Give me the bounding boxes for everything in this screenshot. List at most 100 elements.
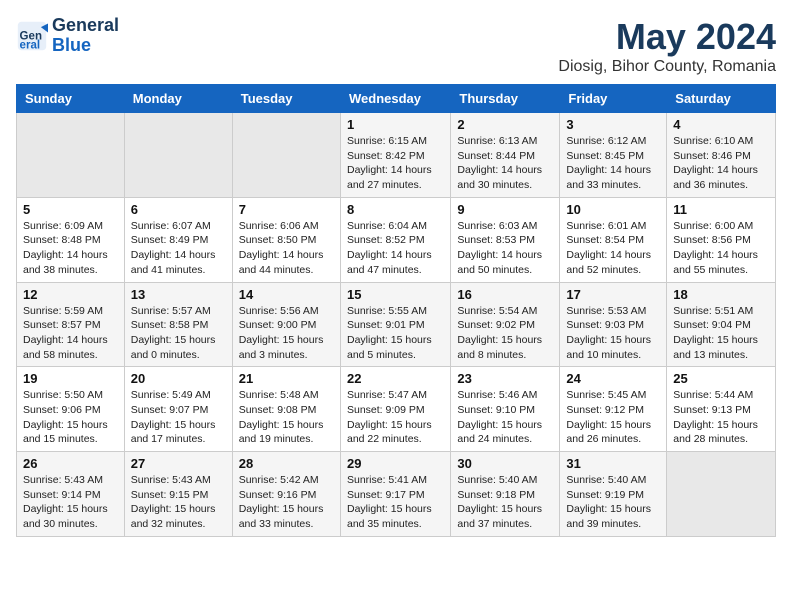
cell-week5-day0: 26Sunrise: 5:43 AM Sunset: 9:14 PM Dayli… bbox=[17, 452, 125, 537]
cell-week2-day0: 5 Sunrise: 6:09 AM Sunset: 8:48 PM Daylig… bbox=[17, 197, 125, 282]
day-info: Sunrise: 5:40 AM Sunset: 9:19 PM Dayligh… bbox=[566, 473, 660, 532]
day-info: Sunrise: 6:09 AM Sunset: 8:48 PM Dayligh… bbox=[23, 219, 118, 278]
cell-week3-day4: 16Sunrise: 5:54 AM Sunset: 9:02 PM Dayli… bbox=[451, 282, 560, 367]
cell-week2-day5: 10 Sunrise: 6:01 AM Sunset: 8:54 PM Dayli… bbox=[560, 197, 667, 282]
cell-week3-day5: 17 Sunrise: 5:53 AM Sunset: 9:03 PM Dayli… bbox=[560, 282, 667, 367]
week-row-2: 5 Sunrise: 6:09 AM Sunset: 8:48 PM Daylig… bbox=[17, 197, 776, 282]
logo-icon: Gen eral bbox=[16, 20, 48, 52]
day-number: 17 bbox=[566, 287, 660, 302]
cell-week4-day4: 23 Sunrise: 5:46 AM Sunset: 9:10 PM Dayli… bbox=[451, 367, 560, 452]
day-number: 31 bbox=[566, 456, 660, 471]
day-info: Sunrise: 6:03 AM Sunset: 8:53 PM Dayligh… bbox=[457, 219, 553, 278]
header-tuesday: Tuesday bbox=[232, 85, 340, 113]
cell-week3-day3: 15 Sunrise: 5:55 AM Sunset: 9:01 PM Dayli… bbox=[340, 282, 450, 367]
day-number: 24 bbox=[566, 371, 660, 386]
day-number: 20 bbox=[131, 371, 226, 386]
day-number: 9 bbox=[457, 202, 553, 217]
header-sunday: Sunday bbox=[17, 85, 125, 113]
day-number: 13 bbox=[131, 287, 226, 302]
cell-week4-day6: 25Sunrise: 5:44 AM Sunset: 9:13 PM Dayli… bbox=[667, 367, 776, 452]
day-info: Sunrise: 5:43 AM Sunset: 9:15 PM Dayligh… bbox=[131, 473, 226, 532]
day-info: Sunrise: 5:42 AM Sunset: 9:16 PM Dayligh… bbox=[239, 473, 334, 532]
day-number: 21 bbox=[239, 371, 334, 386]
days-header-row: Sunday Monday Tuesday Wednesday Thursday… bbox=[17, 85, 776, 113]
cell-week5-day2: 28 Sunrise: 5:42 AM Sunset: 9:16 PM Dayli… bbox=[232, 452, 340, 537]
week-row-3: 12Sunrise: 5:59 AM Sunset: 8:57 PM Dayli… bbox=[17, 282, 776, 367]
cell-week4-day3: 22Sunrise: 5:47 AM Sunset: 9:09 PM Dayli… bbox=[340, 367, 450, 452]
svg-text:eral: eral bbox=[20, 39, 41, 51]
cell-week3-day1: 13Sunrise: 5:57 AM Sunset: 8:58 PM Dayli… bbox=[124, 282, 232, 367]
day-info: Sunrise: 6:00 AM Sunset: 8:56 PM Dayligh… bbox=[673, 219, 769, 278]
header-wednesday: Wednesday bbox=[340, 85, 450, 113]
week-row-4: 19Sunrise: 5:50 AM Sunset: 9:06 PM Dayli… bbox=[17, 367, 776, 452]
day-number: 28 bbox=[239, 456, 334, 471]
day-info: Sunrise: 5:55 AM Sunset: 9:01 PM Dayligh… bbox=[347, 304, 444, 363]
day-number: 8 bbox=[347, 202, 444, 217]
day-number: 19 bbox=[23, 371, 118, 386]
cell-week3-day2: 14 Sunrise: 5:56 AM Sunset: 9:00 PM Dayli… bbox=[232, 282, 340, 367]
cell-week2-day3: 8Sunrise: 6:04 AM Sunset: 8:52 PM Daylig… bbox=[340, 197, 450, 282]
header: Gen eral General Blue May 2024 Diosig, B… bbox=[16, 16, 776, 76]
day-info: Sunrise: 5:51 AM Sunset: 9:04 PM Dayligh… bbox=[673, 304, 769, 363]
cell-week1-day5: 3 Sunrise: 6:12 AM Sunset: 8:45 PM Daylig… bbox=[560, 113, 667, 198]
header-saturday: Saturday bbox=[667, 85, 776, 113]
header-friday: Friday bbox=[560, 85, 667, 113]
title-area: May 2024 Diosig, Bihor County, Romania bbox=[558, 16, 776, 76]
day-info: Sunrise: 5:43 AM Sunset: 9:14 PM Dayligh… bbox=[23, 473, 118, 532]
cell-week4-day5: 24 Sunrise: 5:45 AM Sunset: 9:12 PM Dayli… bbox=[560, 367, 667, 452]
day-number: 16 bbox=[457, 287, 553, 302]
cell-week5-day4: 30 Sunrise: 5:40 AM Sunset: 9:18 PM Dayli… bbox=[451, 452, 560, 537]
day-info: Sunrise: 5:56 AM Sunset: 9:00 PM Dayligh… bbox=[239, 304, 334, 363]
day-info: Sunrise: 5:44 AM Sunset: 9:13 PM Dayligh… bbox=[673, 388, 769, 447]
day-number: 23 bbox=[457, 371, 553, 386]
cell-week5-day5: 31 Sunrise: 5:40 AM Sunset: 9:19 PM Dayli… bbox=[560, 452, 667, 537]
day-number: 14 bbox=[239, 287, 334, 302]
day-info: Sunrise: 6:01 AM Sunset: 8:54 PM Dayligh… bbox=[566, 219, 660, 278]
cell-week1-day4: 2 Sunrise: 6:13 AM Sunset: 8:44 PM Daylig… bbox=[451, 113, 560, 198]
day-info: Sunrise: 5:46 AM Sunset: 9:10 PM Dayligh… bbox=[457, 388, 553, 447]
cell-week4-day2: 21 Sunrise: 5:48 AM Sunset: 9:08 PM Dayli… bbox=[232, 367, 340, 452]
day-number: 10 bbox=[566, 202, 660, 217]
cell-week1-day6: 4 Sunrise: 6:10 AM Sunset: 8:46 PM Daylig… bbox=[667, 113, 776, 198]
day-number: 4 bbox=[673, 117, 769, 132]
cell-week4-day1: 20 Sunrise: 5:49 AM Sunset: 9:07 PM Dayli… bbox=[124, 367, 232, 452]
cell-week2-day2: 7 Sunrise: 6:06 AM Sunset: 8:50 PM Daylig… bbox=[232, 197, 340, 282]
day-info: Sunrise: 6:15 AM Sunset: 8:42 PM Dayligh… bbox=[347, 134, 444, 193]
day-number: 5 bbox=[23, 202, 118, 217]
day-info: Sunrise: 6:10 AM Sunset: 8:46 PM Dayligh… bbox=[673, 134, 769, 193]
cell-week2-day1: 6 Sunrise: 6:07 AM Sunset: 8:49 PM Daylig… bbox=[124, 197, 232, 282]
day-info: Sunrise: 6:06 AM Sunset: 8:50 PM Dayligh… bbox=[239, 219, 334, 278]
day-info: Sunrise: 6:07 AM Sunset: 8:49 PM Dayligh… bbox=[131, 219, 226, 278]
day-number: 27 bbox=[131, 456, 226, 471]
header-thursday: Thursday bbox=[451, 85, 560, 113]
day-number: 11 bbox=[673, 202, 769, 217]
cell-week5-day3: 29Sunrise: 5:41 AM Sunset: 9:17 PM Dayli… bbox=[340, 452, 450, 537]
cell-week3-day0: 12Sunrise: 5:59 AM Sunset: 8:57 PM Dayli… bbox=[17, 282, 125, 367]
day-number: 1 bbox=[347, 117, 444, 132]
main-title: May 2024 bbox=[558, 16, 776, 58]
day-info: Sunrise: 5:49 AM Sunset: 9:07 PM Dayligh… bbox=[131, 388, 226, 447]
day-info: Sunrise: 5:48 AM Sunset: 9:08 PM Dayligh… bbox=[239, 388, 334, 447]
day-number: 3 bbox=[566, 117, 660, 132]
day-info: Sunrise: 5:53 AM Sunset: 9:03 PM Dayligh… bbox=[566, 304, 660, 363]
day-info: Sunrise: 6:13 AM Sunset: 8:44 PM Dayligh… bbox=[457, 134, 553, 193]
day-info: Sunrise: 5:40 AM Sunset: 9:18 PM Dayligh… bbox=[457, 473, 553, 532]
day-number: 6 bbox=[131, 202, 226, 217]
subtitle: Diosig, Bihor County, Romania bbox=[558, 58, 776, 76]
day-number: 15 bbox=[347, 287, 444, 302]
header-monday: Monday bbox=[124, 85, 232, 113]
day-info: Sunrise: 5:45 AM Sunset: 9:12 PM Dayligh… bbox=[566, 388, 660, 447]
day-number: 12 bbox=[23, 287, 118, 302]
cell-week5-day6 bbox=[667, 452, 776, 537]
day-number: 30 bbox=[457, 456, 553, 471]
day-number: 2 bbox=[457, 117, 553, 132]
logo-text-general: General bbox=[52, 16, 119, 36]
day-info: Sunrise: 6:12 AM Sunset: 8:45 PM Dayligh… bbox=[566, 134, 660, 193]
calendar-table: Sunday Monday Tuesday Wednesday Thursday… bbox=[16, 84, 776, 537]
logo: Gen eral General Blue bbox=[16, 16, 119, 56]
cell-week3-day6: 18 Sunrise: 5:51 AM Sunset: 9:04 PM Dayli… bbox=[667, 282, 776, 367]
day-number: 18 bbox=[673, 287, 769, 302]
week-row-5: 26Sunrise: 5:43 AM Sunset: 9:14 PM Dayli… bbox=[17, 452, 776, 537]
day-number: 7 bbox=[239, 202, 334, 217]
day-number: 22 bbox=[347, 371, 444, 386]
